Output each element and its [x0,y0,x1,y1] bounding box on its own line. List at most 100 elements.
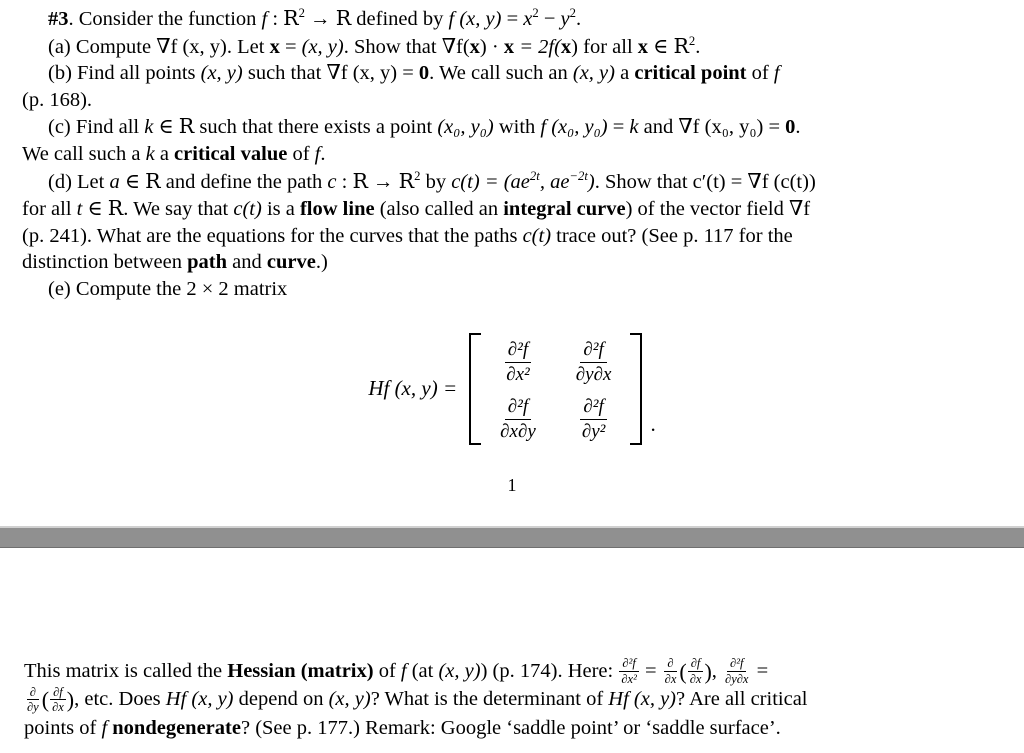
closing-line2-d: ? Are all critical [676,688,808,711]
matrix-left-bracket [469,332,482,445]
page-two-text-body: This matrix is called the Hessian (matri… [0,657,1024,741]
part-c-text-2: such that there exists a point [194,116,438,139]
inline-fraction-d2f-dx2: ∂²f ∂x² [618,657,639,685]
part-a-text-1: Compute [70,35,157,58]
part-c-line2-k: k [145,142,155,165]
part-b-text-1: Find all points [71,62,201,85]
intro-period: . [576,8,582,30]
part-b-gradient: ∇f (x, y) [326,62,398,85]
part-c-critical-value-line: We call such a k a critical value of f. [22,141,1002,168]
part-d-line2-b: . We say that [123,198,234,221]
hessian-equation-lhs: Hf (x, y) = [368,376,458,401]
part-e-label: (e) [48,277,71,300]
part-a-period: . [695,35,701,58]
minus-sign: − [538,8,561,30]
closing-xy-pair-2: (x, y) [328,688,371,711]
part-c-label: (c) [48,116,71,139]
inline-frac-3-den: ∂x [689,671,702,686]
term-integral-curve: integral curve [503,198,626,221]
inline-frac-5-den: ∂y [27,700,39,715]
hessian-matrix-entries: ∂²f ∂x² ∂²f ∂y∂x ∂²f ∂x∂y ∂²f ∂y² [481,333,630,445]
problem-part-e: (e) Compute the 2 × 2 matrix [22,276,1002,303]
term-flow-line: flow line [299,198,375,221]
dot-product-operator: ) · [479,35,504,58]
part-d-gradient-f: ∇f [788,198,811,221]
part-c-line2-d: . [320,142,326,165]
closing-line2-paren-open: ( [41,687,50,713]
problem-part-a: (a) Compute ∇f (x, y). Let x = (x, y). S… [22,33,1002,61]
problem-part-d: (d) Let a ∈ R and define the path c : R … [22,168,1002,196]
term-curve: curve [266,251,316,274]
closing-line2-a: , etc. Does [74,688,166,711]
document-page-two: This matrix is called the Hessian (matri… [0,548,1024,752]
part-b-text-2: such that [242,62,327,85]
part-a-text-5: ) for all [571,35,638,58]
hessian-entry-11-numerator: ∂²f [504,339,532,363]
part-c-period: . [795,116,801,139]
path-definition-open: c(t) = (ae [451,170,530,193]
page-one-text-body: #3. Consider the function f : R2 → R def… [0,0,1024,303]
term-critical-value: critical value [174,142,288,165]
part-d-line2-a: for all [22,198,77,221]
equals-sign: = [501,8,524,30]
part-a-equation-rhs: = 2f( [514,35,561,58]
closing-text-2: of [373,660,401,682]
part-d-line4-c: .) [315,251,328,274]
part-a-label: (a) [48,35,71,58]
term-path: path [187,251,227,274]
term-nondegenerate: nondegenerate [112,716,241,739]
part-d-text-3: by [420,170,452,193]
part-d-element-of: ∈ [119,170,146,193]
part-d-line3-ct: c(t) [522,224,552,247]
part-c-text-5: and [638,116,679,139]
inline-frac-2-den: ∂x [664,671,677,686]
hessian-entry-12-numerator: ∂²f [580,339,607,363]
path-exponent-2: −2t [569,168,588,183]
codomain-r-symbol: R [335,6,352,30]
inline-frac-4-num: ∂²f [727,657,747,672]
gradient-f-open: ∇f( [441,35,470,58]
hessian-entry-12: ∂²f ∂y∂x [573,339,615,386]
function-rhs-x: x [523,8,533,30]
closing-text-4: ) (p. 174). Here: [480,660,619,682]
hessian-entry-21: ∂²f ∂x∂y [497,396,539,443]
element-of-symbol: ∈ [648,35,674,58]
inline-fraction-d2f-dydx: ∂²f ∂y∂x [722,657,751,685]
part-d-text-2: and define the path [160,170,328,193]
closing-comma: , [711,660,723,682]
c-prime-equation: c′(t) = ∇f (c(t)) [692,170,816,193]
hessian-entry-11-denominator: ∂x² [506,363,530,385]
hf-expression-2: Hf (x, y) [608,688,677,711]
problem-part-c: (c) Find all k ∈ R such that there exist… [22,113,1002,141]
function-definition-lhs: f (x, y) [448,8,502,30]
part-c-text-4: = [607,116,630,139]
part-d-text-1: Let [71,170,110,193]
part-c-line2-c: of [287,142,315,165]
intro-lead: . Consider the function [68,8,262,30]
closing-line3-c: ? (See p. 177.) Remark: Google ‘saddle p… [240,716,781,739]
part-b-text-3: = [397,62,419,85]
part-c-line2-b: a [154,142,175,165]
hessian-entry-11: ∂²f ∂x² [503,339,533,386]
path-definition-close: ) [587,170,595,193]
gradient-f-xy: ∇f (x, y) [156,35,227,58]
part-b-text-4: . We call such an [429,62,573,85]
hessian-entry-22-numerator: ∂²f [580,396,607,420]
part-d-arrow: → [367,170,399,193]
part-b-f-symbol: f [773,62,780,85]
ct-symbol: c(t) [233,198,262,221]
part-d-curves-question: (p. 241). What are the equations for the… [22,223,1002,250]
inline-frac-2-num: ∂ [664,657,677,672]
part-b-label: (b) [48,62,72,85]
closing-line3-a: points of [24,716,102,739]
inline-fraction-df-dx: ∂f ∂x [687,657,705,685]
part-b-xy-pair-2: (x, y) [572,62,615,85]
path-codomain-r: R [398,168,415,193]
xy-ordered-pair: (x, y) [301,35,344,58]
closing-line2-b: depend on [233,688,329,711]
inline-frac-5-num: ∂ [26,686,39,701]
page-number: 1 [507,474,517,495]
vector-x-bold-3: x [503,35,515,58]
part-b-xy-pair: (x, y) [200,62,243,85]
part-d-flow-line-text: for all t ∈ R. We say that c(t) is a flo… [22,195,1002,223]
